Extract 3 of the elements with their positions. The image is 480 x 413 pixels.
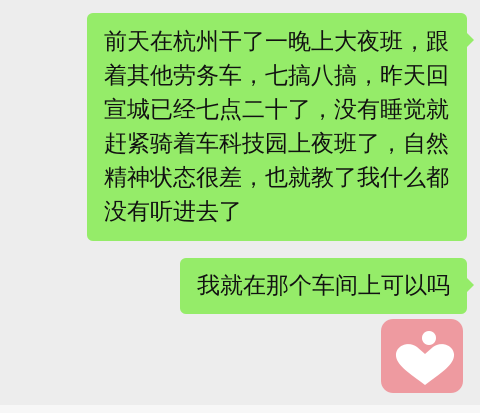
message-text: 我就在那个车间上可以吗 (197, 272, 450, 301)
message-text: 前天在杭州干了一晚上大夜班，跟着其他劳务车，七搞八搞，昨天回宣城已经七点二十了，没有睡觉就赶紧骑着车科技园上夜班了，自然精神状态很差，也就教了我什么都没有听进去了 (104, 28, 450, 227)
heart-logo-icon (381, 319, 463, 393)
